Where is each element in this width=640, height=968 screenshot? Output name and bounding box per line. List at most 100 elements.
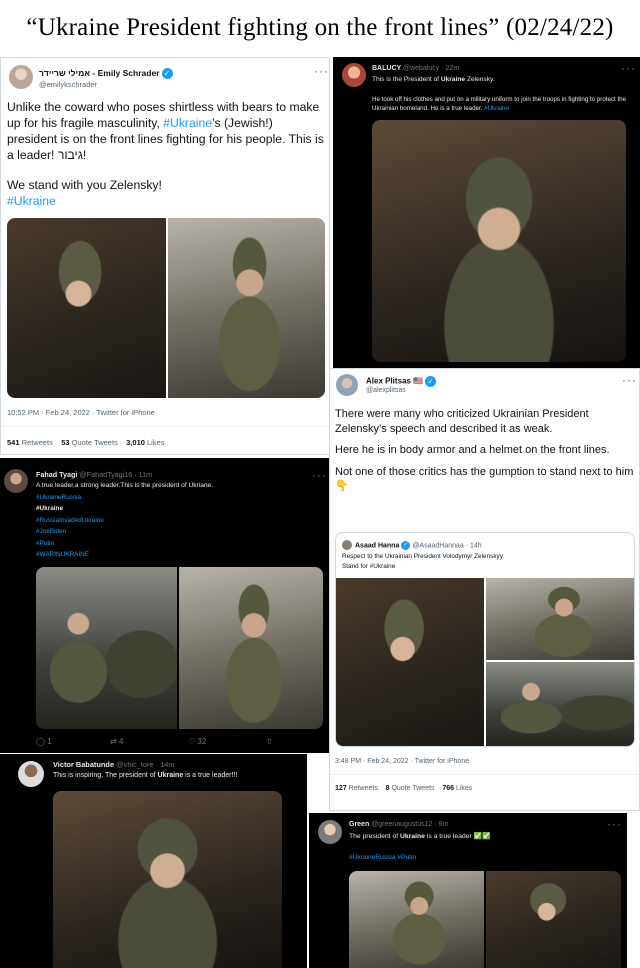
hashtag-link[interactable]: #Ukraine: [7, 193, 325, 209]
author-name-text[interactable]: Fahad Tyagi: [36, 470, 77, 479]
tweet-photo[interactable]: [53, 791, 282, 968]
tweet-emily-schrader[interactable]: אמילי שריידר - Emily Schrader ✓ @emilyksc…: [0, 57, 330, 455]
more-options-icon[interactable]: ···: [312, 468, 327, 482]
tweet-text-line: We stand with you Zelensky!: [7, 178, 162, 192]
tweet-alex-plitsas[interactable]: Alex Plitsas 🇺🇸 ✓ @alexplitsas ··· There …: [329, 368, 640, 811]
reply-button[interactable]: ◯ 1: [36, 737, 52, 746]
tweet-timestamp[interactable]: 10:52 PM · Feb 24, 2022 · Twitter for iP…: [7, 408, 155, 417]
tweet-text-part: Zelensky.: [465, 76, 495, 83]
hashtag-link[interactable]: #WARINUKRAINE: [36, 549, 104, 560]
avatar[interactable]: [318, 820, 342, 844]
avatar[interactable]: [4, 469, 28, 493]
more-options-icon[interactable]: ···: [621, 61, 636, 75]
tweet-photo[interactable]: [168, 218, 325, 398]
quoted-text-line: Stand for #Ukraine: [342, 563, 396, 570]
author-name-text[interactable]: אמילי שריידר - Emily Schrader: [39, 68, 160, 78]
avatar[interactable]: [336, 374, 358, 396]
tweet-text-line: A true leader,a strong leader.This is th…: [36, 482, 214, 489]
flag-icon: 🇺🇸: [413, 376, 424, 386]
tweet-text-bold: Ukraine: [157, 772, 184, 779]
author-name-text[interactable]: Alex Plitsas: [366, 377, 411, 386]
tweet-victor-babatunde[interactable]: Victor Babatunde @vhic_tore · 14m This i…: [0, 754, 307, 968]
author-name[interactable]: Alex Plitsas 🇺🇸 ✓: [366, 376, 437, 387]
tweet-text-part: The president of: [349, 833, 401, 840]
author-name[interactable]: BALUCY @webalucy · 22m: [372, 65, 459, 72]
author-handle[interactable]: @emilykschrader: [39, 80, 97, 89]
tweet-text-part: is a true leader ✅✅: [424, 833, 491, 840]
hashtag-link[interactable]: #UkraineRussia #Putin: [349, 854, 416, 861]
author-handle[interactable]: @FahadTyagi16 · 11m: [79, 470, 152, 479]
quoted-photo[interactable]: [486, 578, 634, 660]
tweet-paragraph: Not one of those critics has the gumptio…: [335, 465, 634, 493]
hashtag-link[interactable]: #Ukraine: [163, 116, 212, 130]
author-name-text[interactable]: Victor Babatunde: [53, 760, 114, 769]
hashtag-list: #UkraineRussia #Ukraine #RussiaInvadedUk…: [36, 492, 104, 560]
tweet-text-part: is a true leader!!!: [183, 772, 238, 779]
author-name-text[interactable]: Asaad Hanna: [355, 542, 399, 549]
tweet-photo[interactable]: [486, 871, 621, 968]
like-count[interactable]: 766 Likes: [442, 785, 472, 792]
avatar[interactable]: [18, 761, 44, 787]
tweet-photo[interactable]: [349, 871, 484, 968]
tweet-photo[interactable]: [372, 120, 626, 362]
divider: [1, 426, 329, 427]
author-handle[interactable]: @greenaugustus12 · 9m: [371, 821, 448, 828]
tweet-text-line: He took off his clothes and put on a mil…: [372, 95, 634, 113]
author-name-text[interactable]: BALUCY: [372, 65, 401, 72]
hashtag-link[interactable]: #Ukraine: [484, 105, 509, 112]
quoted-author-name[interactable]: Asaad Hanna ✓ @AsaadHannaa · 14h: [355, 541, 482, 550]
hashtag-link[interactable]: #Putin: [36, 538, 104, 549]
tweet-text-part: This is the President of: [372, 76, 441, 83]
avatar[interactable]: [342, 63, 366, 87]
quote-count[interactable]: 53 Quote Tweets: [61, 438, 118, 447]
author-handle[interactable]: @alexplitsas: [366, 387, 406, 394]
retweet-count[interactable]: 541 Retweets: [7, 438, 53, 447]
quoted-photo[interactable]: [336, 578, 484, 746]
hashtag-link[interactable]: #RussiaInvadedUkraine: [36, 515, 104, 526]
quoted-author-handle[interactable]: @AsaadHannaa · 14h: [412, 542, 481, 549]
hashtag-link[interactable]: #UkraineRussia: [36, 492, 104, 503]
tweet-photo[interactable]: [179, 567, 323, 729]
share-button[interactable]: ⇧: [266, 737, 273, 746]
avatar[interactable]: [342, 540, 352, 550]
more-options-icon[interactable]: ···: [622, 373, 637, 387]
like-count[interactable]: 3,010 Likes: [126, 438, 164, 447]
hashtag-link[interactable]: #JoeBiden: [36, 526, 104, 537]
author-name[interactable]: Green @greenaugustus12 · 9m: [349, 821, 448, 828]
author-name[interactable]: Victor Babatunde @vhic_tore · 14m: [53, 760, 175, 769]
author-name[interactable]: אמילי שריידר - Emily Schrader ✓: [39, 68, 173, 80]
tweet-balucy[interactable]: BALUCY @webalucy · 22m ··· This is the P…: [333, 57, 640, 368]
like-button[interactable]: ♡ 32: [188, 737, 206, 746]
author-name[interactable]: Fahad Tyagi @FahadTyagi16 · 11m: [36, 470, 152, 479]
tweet-text-line: The president of Ukraine is a true leade…: [349, 832, 491, 840]
author-name-text[interactable]: Green: [349, 821, 369, 828]
more-options-icon[interactable]: ···: [314, 64, 329, 78]
tweet-photo[interactable]: [7, 218, 166, 398]
tweet-fahad-tyagi[interactable]: Fahad Tyagi @FahadTyagi16 · 11m ··· A tr…: [0, 458, 329, 753]
divider: [330, 774, 639, 775]
tweet-text-line: This is the President of Ukraine Zelensk…: [372, 76, 495, 83]
retweet-count[interactable]: 127 Retweets: [335, 785, 378, 792]
retweet-button[interactable]: ⇄ 4: [110, 737, 123, 746]
quoted-text-line: Respect to the Ukrainian President Volod…: [342, 553, 503, 560]
tweet-text-part: This is inspiring, The president of: [53, 772, 158, 779]
author-handle[interactable]: @vhic_tore · 14m: [116, 760, 174, 769]
quoted-photo[interactable]: [486, 662, 634, 746]
like-count: 32: [197, 737, 207, 746]
quoted-tweet[interactable]: Asaad Hanna ✓ @AsaadHannaa · 14h Respect …: [335, 532, 635, 747]
share-icon: ⇧: [266, 737, 273, 746]
tweet-text: There were many who criticized Ukrainian…: [335, 407, 635, 494]
quote-count[interactable]: 8 Quote Tweets: [386, 785, 435, 792]
tweet-green[interactable]: Green @greenaugustus12 · 9m ··· The pres…: [309, 813, 627, 968]
verified-icon: ✓: [161, 68, 173, 80]
tweet-timestamp[interactable]: 3:48 PM · Feb 24, 2022 · Twitter for iPh…: [335, 758, 469, 765]
verified-icon: ✓: [401, 541, 411, 550]
more-options-icon[interactable]: ···: [607, 817, 622, 831]
collage-headline: “Ukraine President fighting on the front…: [26, 14, 614, 41]
heart-icon: ♡: [188, 737, 196, 746]
hashtag-link[interactable]: #Ukraine: [36, 503, 104, 514]
author-handle[interactable]: @webalucy · 22m: [403, 65, 459, 72]
tweet-stats: 541 Retweets 53 Quote Tweets 3,010 Likes: [7, 438, 165, 447]
tweet-photo[interactable]: [36, 567, 177, 729]
avatar[interactable]: [9, 65, 33, 89]
